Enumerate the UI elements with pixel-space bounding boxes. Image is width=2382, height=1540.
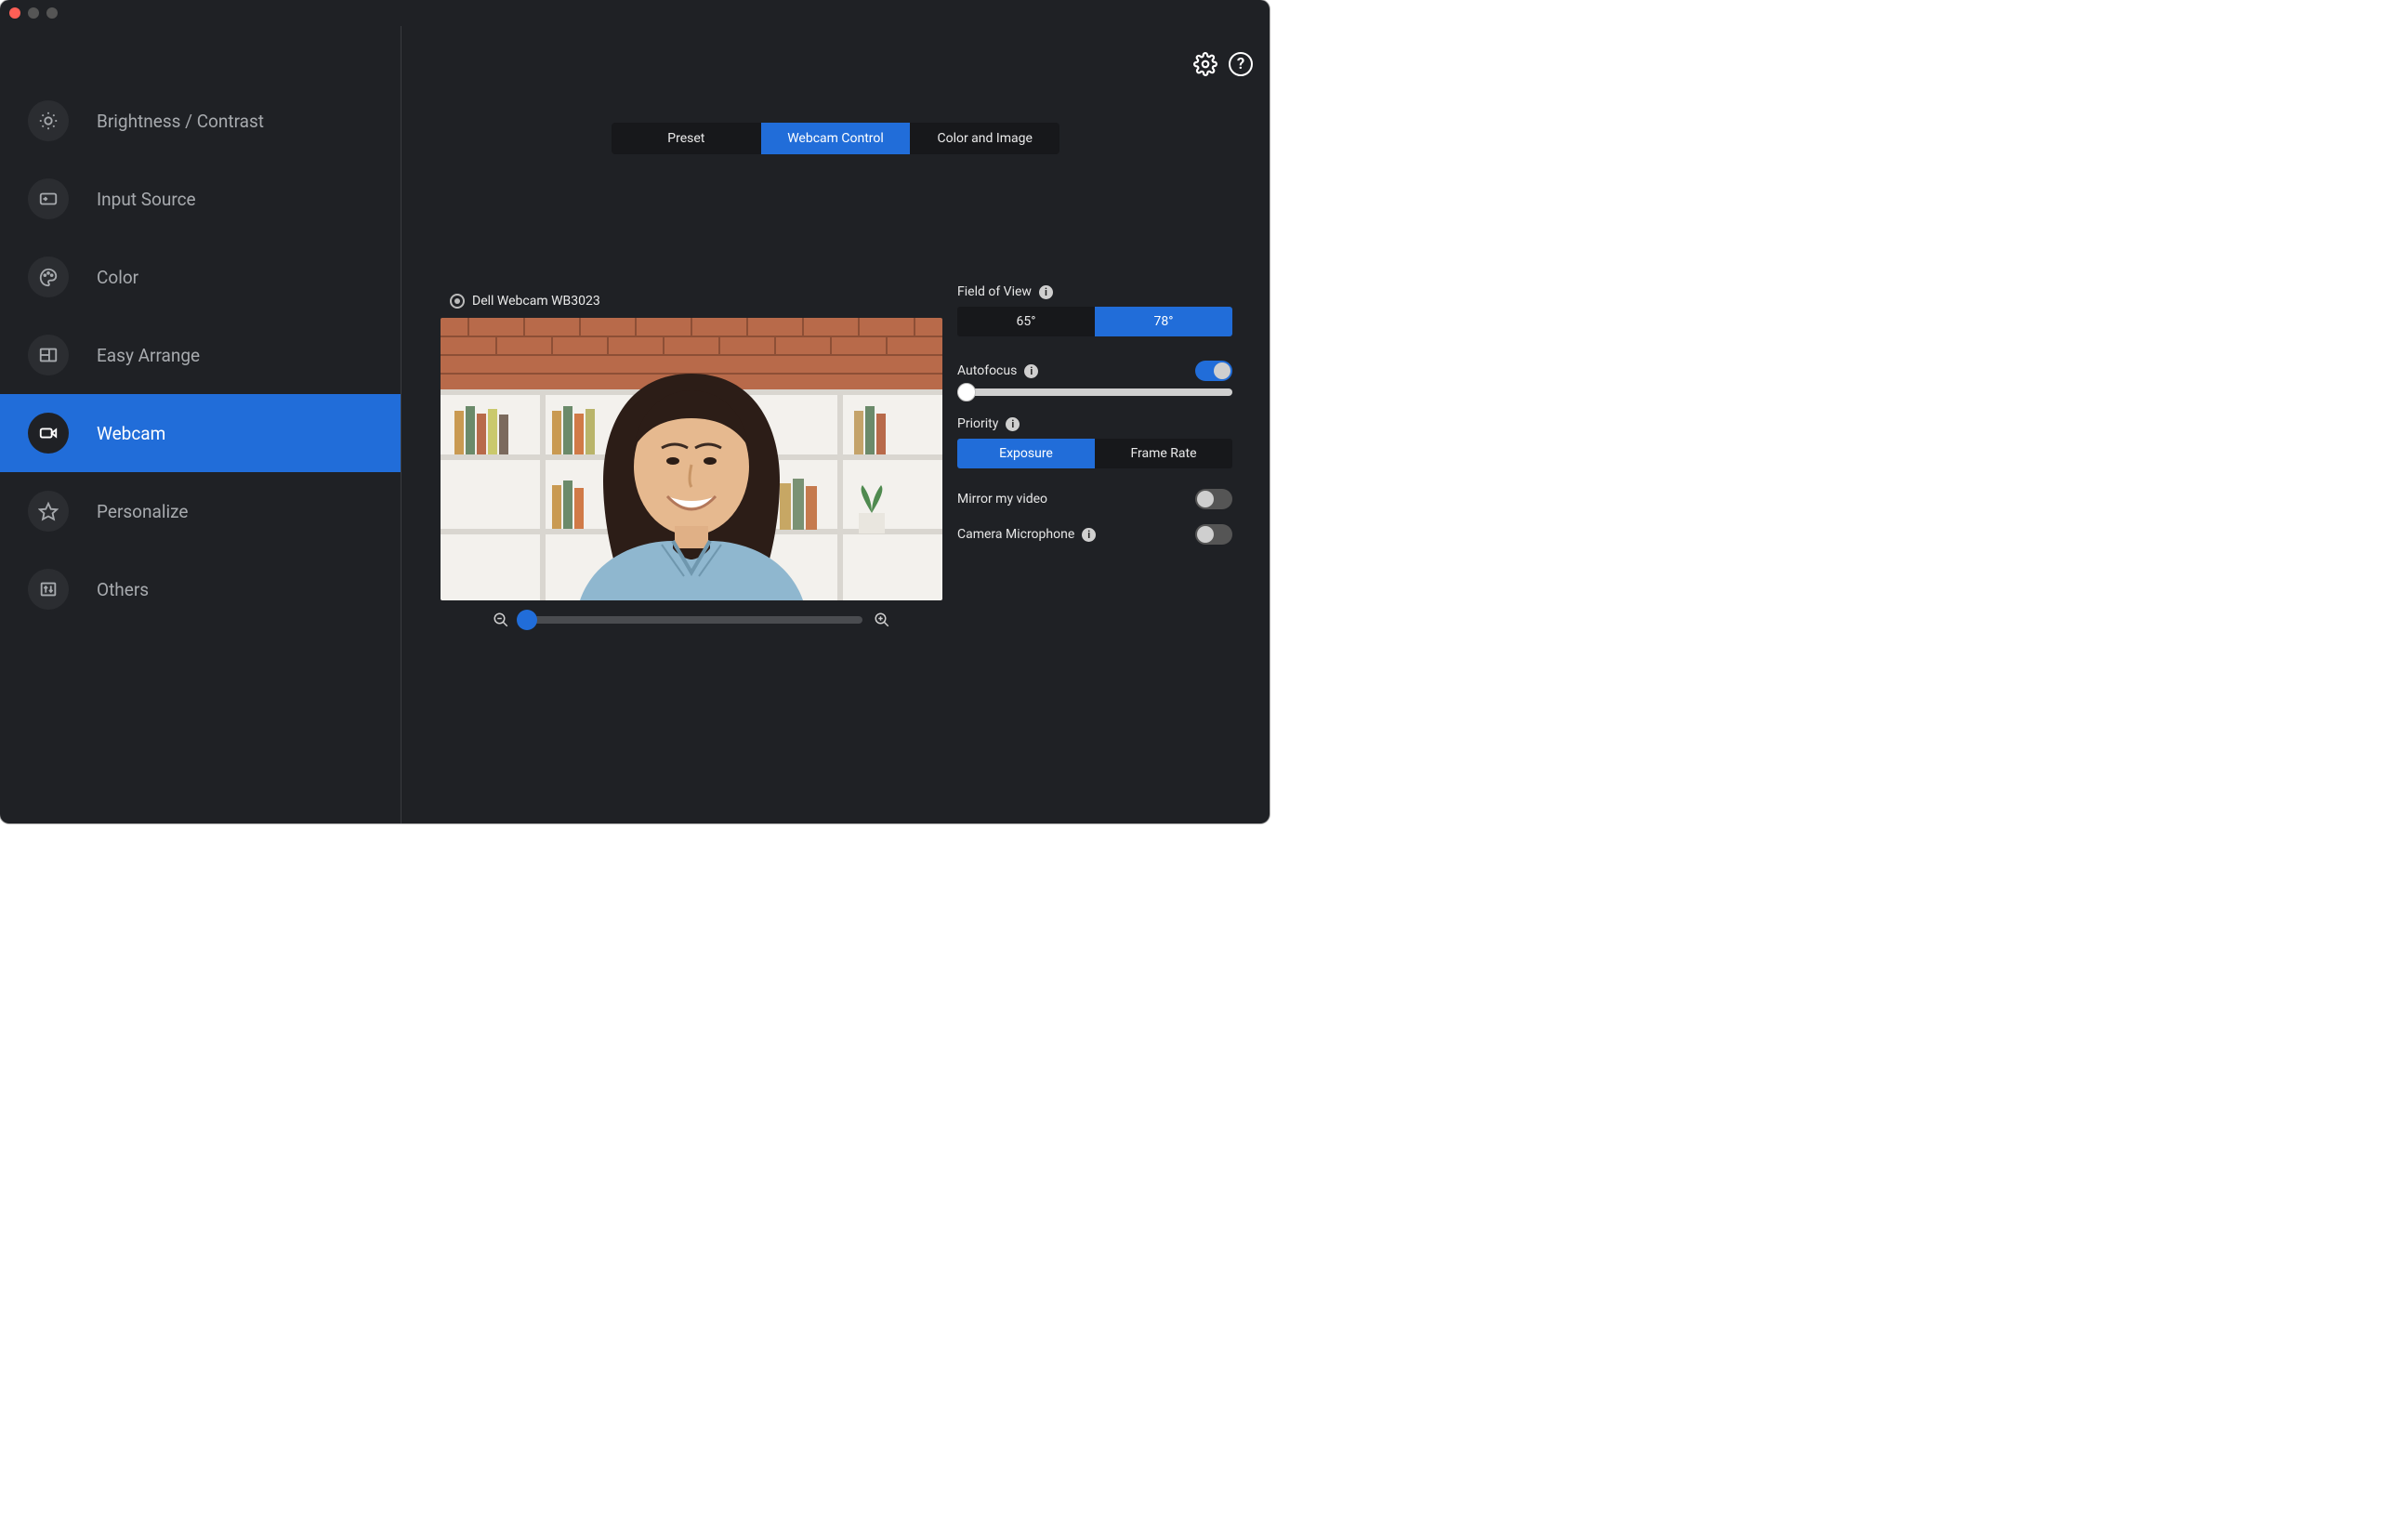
help-glyph: ? (1237, 55, 1244, 73)
tabs: Preset Webcam Control Color and Image (612, 123, 1059, 154)
main-row: Dell Webcam WB3023 (420, 294, 1251, 628)
sidebar-item-label: Brightness / Contrast (97, 111, 264, 132)
priority-segmented: Exposure Frame Rate (957, 439, 1232, 468)
settings-button[interactable] (1193, 52, 1217, 76)
info-icon[interactable]: i (1039, 285, 1053, 299)
webcam-icon (28, 413, 69, 454)
sidebar-item-input-source[interactable]: Input Source (0, 160, 401, 238)
zoom-slider-thumb[interactable] (517, 610, 537, 630)
info-icon[interactable]: i (1082, 528, 1096, 542)
priority-option-exposure[interactable]: Exposure (957, 439, 1095, 468)
zoom-slider[interactable] (520, 616, 862, 624)
sidebar-item-brightness-contrast[interactable]: Brightness / Contrast (0, 82, 401, 160)
zoom-in-icon[interactable] (874, 612, 890, 628)
camera-mic-row: Camera Microphone i (957, 524, 1232, 545)
priority-option-frame-rate[interactable]: Frame Rate (1095, 439, 1232, 468)
fov-option-78[interactable]: 78° (1095, 307, 1232, 336)
mirror-toggle[interactable] (1195, 489, 1232, 509)
easy-arrange-icon (28, 335, 69, 375)
body: Brightness / Contrast Input Source Color… (0, 26, 1270, 823)
titlebar (0, 0, 1270, 26)
sidebar: Brightness / Contrast Input Source Color… (0, 26, 401, 823)
app-window: Brightness / Contrast Input Source Color… (0, 0, 1270, 823)
info-icon[interactable]: i (1024, 364, 1038, 378)
zoom-out-icon[interactable] (493, 612, 509, 628)
autofocus-row: Autofocus i (957, 361, 1232, 381)
window-zoom-button[interactable] (46, 7, 58, 19)
sidebar-item-webcam[interactable]: Webcam (0, 394, 401, 472)
brightness-icon (28, 100, 69, 141)
camera-mic-toggle[interactable] (1195, 524, 1232, 545)
sidebar-item-label: Others (97, 579, 149, 600)
sidebar-item-label: Webcam (97, 423, 165, 444)
tab-webcam-control[interactable]: Webcam Control (761, 123, 911, 154)
sidebar-item-personalize[interactable]: Personalize (0, 472, 401, 550)
sidebar-item-easy-arrange[interactable]: Easy Arrange (0, 316, 401, 394)
fov-label-row: Field of View i (957, 284, 1232, 299)
personalize-icon (28, 491, 69, 532)
webcam-preview (441, 318, 942, 600)
autofocus-label: Autofocus (957, 363, 1017, 378)
top-icons: ? (1193, 52, 1253, 76)
focus-slider[interactable] (957, 388, 1232, 396)
focus-slider-thumb[interactable] (957, 383, 976, 401)
tab-color-and-image[interactable]: Color and Image (910, 123, 1059, 154)
sidebar-item-others[interactable]: Others (0, 550, 401, 628)
preview-column: Dell Webcam WB3023 (441, 294, 942, 628)
sidebar-item-label: Personalize (97, 501, 188, 522)
priority-label: Priority (957, 416, 998, 431)
mirror-row: Mirror my video (957, 489, 1232, 509)
record-indicator-icon (450, 294, 465, 309)
device-name: Dell Webcam WB3023 (472, 294, 600, 309)
info-icon[interactable]: i (1006, 417, 1020, 431)
device-row: Dell Webcam WB3023 (450, 294, 942, 309)
fov-segmented: 65° 78° (957, 307, 1232, 336)
tab-preset[interactable]: Preset (612, 123, 761, 154)
mirror-label: Mirror my video (957, 492, 1047, 507)
controls-column: Field of View i 65° 78° Autofocus i (957, 294, 1232, 628)
help-button[interactable]: ? (1229, 52, 1253, 76)
sidebar-item-color[interactable]: Color (0, 238, 401, 316)
others-icon (28, 569, 69, 610)
camera-mic-label: Camera Microphone (957, 527, 1074, 542)
window-close-button[interactable] (9, 7, 20, 19)
fov-label: Field of View (957, 284, 1032, 299)
input-source-icon (28, 178, 69, 219)
zoom-row (493, 612, 890, 628)
autofocus-toggle[interactable] (1195, 361, 1232, 381)
window-minimize-button[interactable] (28, 7, 39, 19)
priority-label-row: Priority i (957, 416, 1232, 431)
content-pane: ? Preset Webcam Control Color and Image … (401, 26, 1270, 823)
sidebar-item-label: Input Source (97, 189, 196, 210)
sidebar-item-label: Color (97, 267, 138, 288)
sidebar-item-label: Easy Arrange (97, 345, 200, 366)
color-icon (28, 257, 69, 297)
fov-option-65[interactable]: 65° (957, 307, 1095, 336)
